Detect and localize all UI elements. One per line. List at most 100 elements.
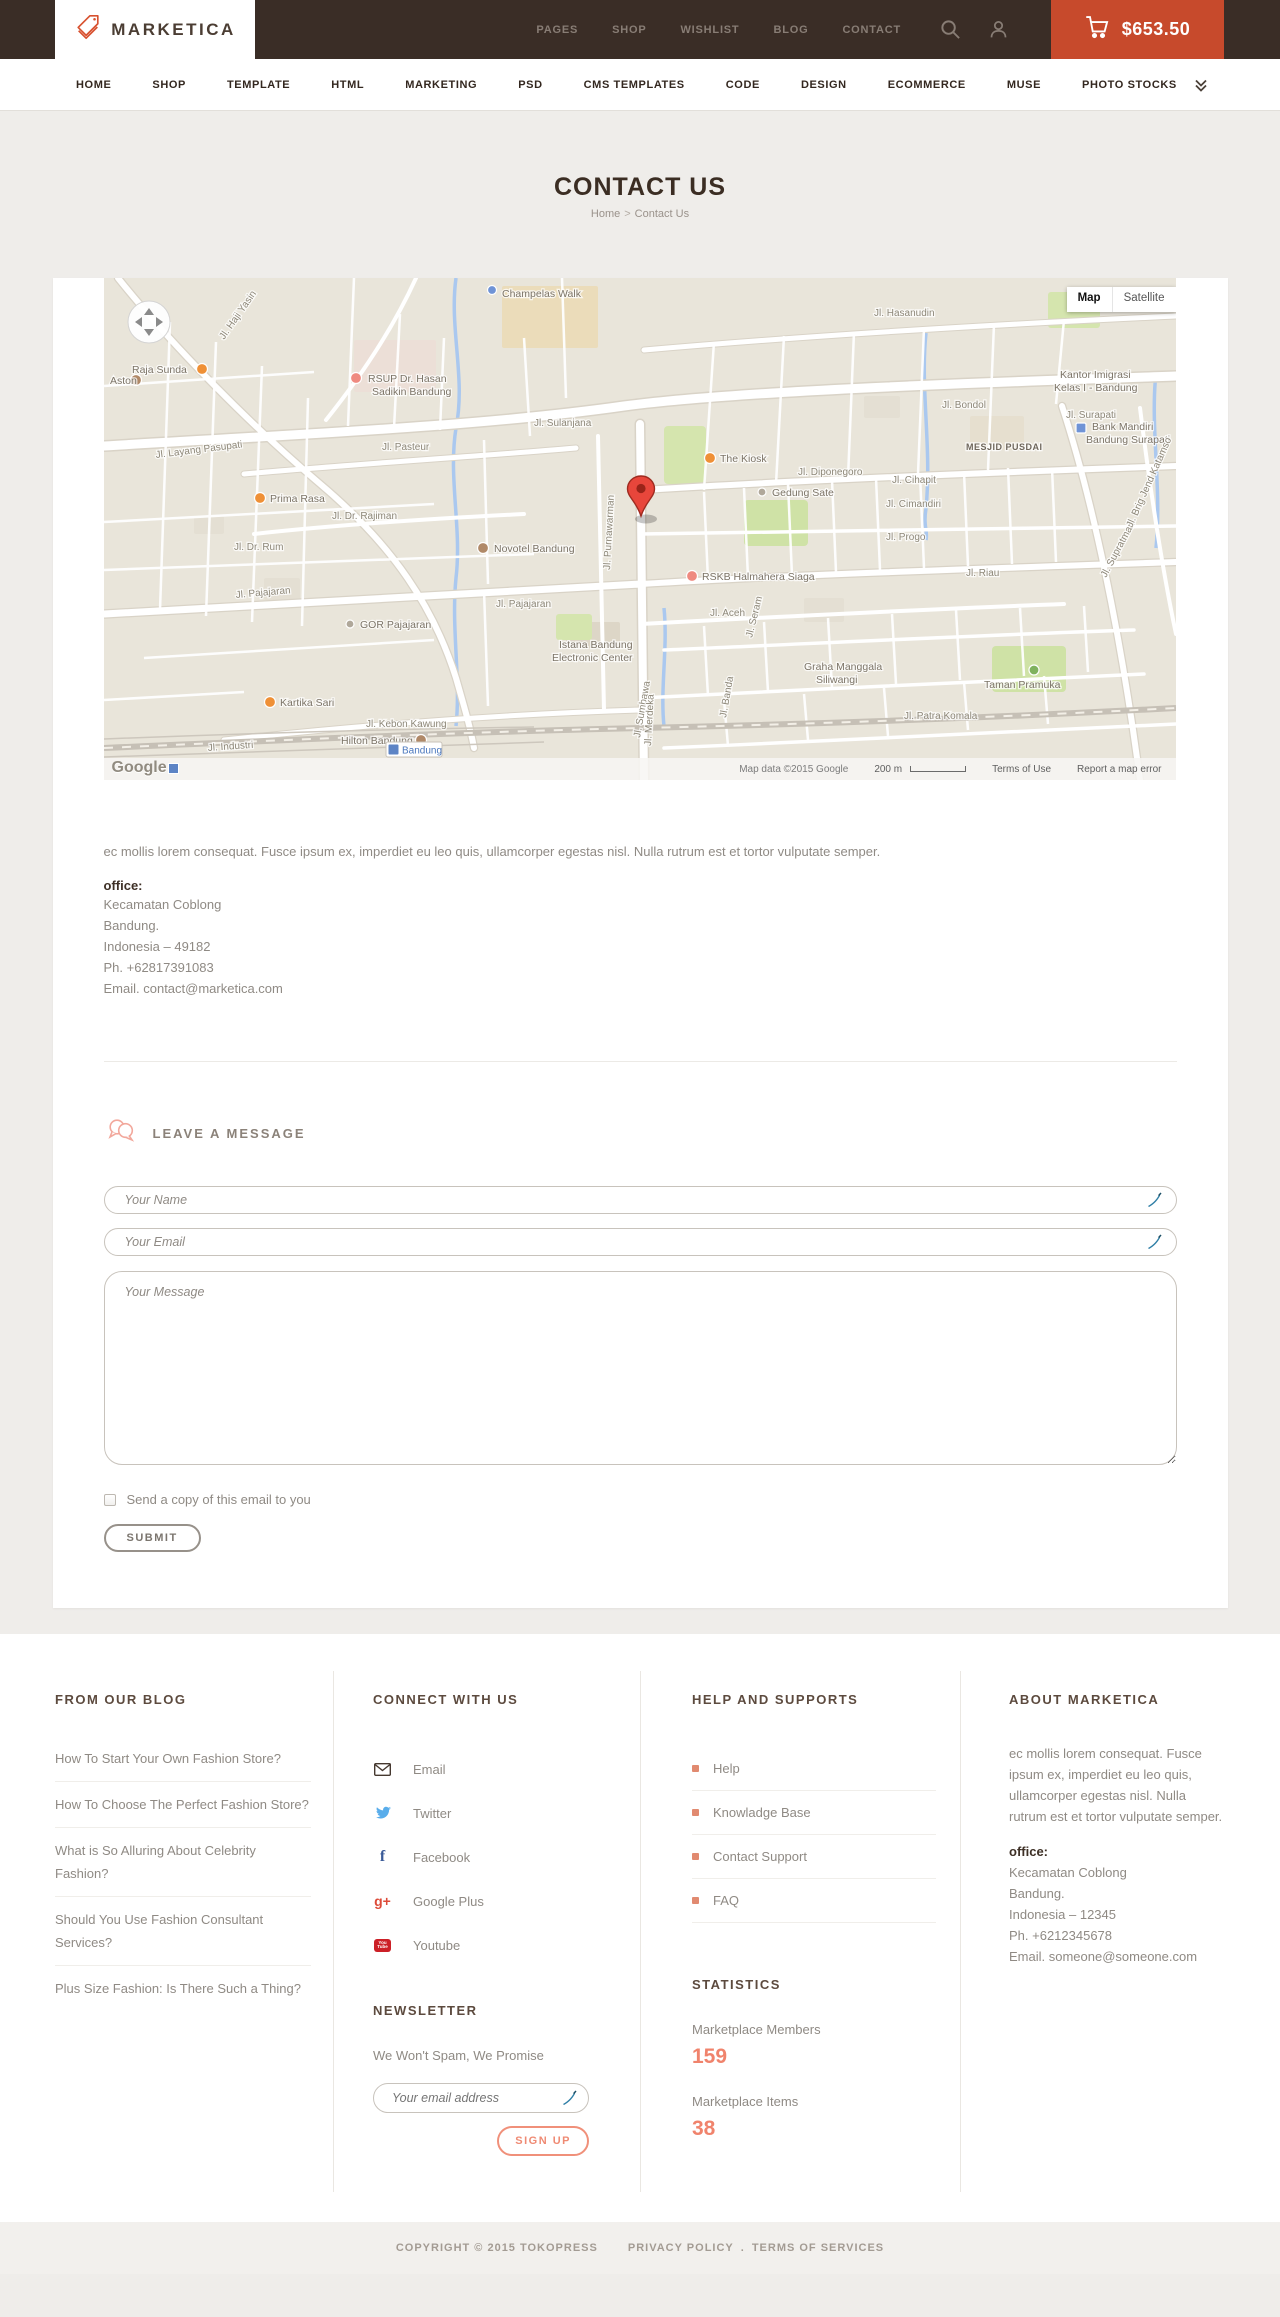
cart-icon [1085, 15, 1110, 44]
submit-button[interactable]: SUBMIT [103, 1524, 201, 1552]
svg-text:Jl. Progo: Jl. Progo [886, 532, 926, 543]
address-line: Email. someone@someone.com [1009, 1949, 1198, 1964]
chevron-double-down-icon[interactable] [1194, 78, 1208, 97]
cat-nav-shop[interactable]: SHOP [152, 79, 186, 91]
map-data-text: Map data ©2015 Google [739, 763, 849, 775]
footer-help-column: HELP AND SUPPORTS Help Knowladge Base Co… [692, 1692, 936, 2141]
terms-of-use-link[interactable]: Terms of Use [992, 764, 1051, 775]
satellite-button[interactable]: Satellite [1112, 287, 1176, 312]
blog-link[interactable]: Should You Use Fashion Consultant Servic… [55, 1896, 311, 1965]
report-map-error-link[interactable]: Report a map error [1077, 764, 1161, 775]
contact-form: Send a copy of this email to you SUBMIT [103, 1186, 1177, 1552]
about-text: ec mollis lorem consequat. Fusce ipsum e… [1009, 1746, 1223, 1824]
contact-intro: ec mollis lorem consequat. Fusce ipsum e… [103, 844, 881, 859]
brand-logo[interactable]: MARKETICA [55, 0, 255, 59]
user-icon[interactable] [988, 19, 1009, 40]
social-link-facebook[interactable]: f Facebook [373, 1835, 589, 1879]
email-input[interactable] [103, 1228, 1177, 1256]
top-nav-shop[interactable]: SHOP [612, 24, 646, 36]
pen-icon [561, 2090, 577, 2111]
cat-nav-ecommerce[interactable]: ECOMMERCE [888, 79, 966, 91]
svg-text:Sadikin Bandung: Sadikin Bandung [372, 386, 452, 398]
top-nav-blog[interactable]: BLOG [773, 24, 808, 36]
copyright-text: COPYRIGHT © 2015 TOKOPRESS [395, 2242, 598, 2254]
svg-text:The Kiosk: The Kiosk [720, 453, 767, 465]
help-link[interactable]: Contact Support [692, 1835, 936, 1879]
send-copy-checkbox[interactable] [103, 1493, 116, 1506]
map-canvas: Champelas Walk Jl. Hasanudin Jl. Haji Ya… [103, 278, 1176, 780]
blog-link[interactable]: What is So Alluring About Celebrity Fash… [55, 1827, 311, 1896]
cat-nav-html[interactable]: HTML [331, 79, 364, 91]
newsletter-email-input[interactable] [373, 2083, 589, 2113]
cat-nav-home[interactable]: HOME [76, 79, 111, 91]
cat-nav-template[interactable]: TEMPLATE [227, 79, 290, 91]
map-button[interactable]: Map [1066, 287, 1113, 312]
name-input[interactable] [103, 1186, 1177, 1214]
top-nav-pages[interactable]: PAGES [536, 24, 578, 36]
cat-nav-marketing[interactable]: MARKETING [405, 79, 477, 91]
svg-text:Jl. Diponegoro: Jl. Diponegoro [798, 467, 863, 478]
map-attribution: Map data ©2015 Google 200 m Terms of Use… [103, 758, 1176, 780]
svg-text:Raja Sunda: Raja Sunda [132, 364, 187, 376]
blog-link[interactable]: Plus Size Fashion: Is There Such a Thing… [55, 1965, 311, 2011]
privacy-policy-link[interactable]: PRIVACY POLICY [628, 2242, 734, 2254]
map-scale-bar [910, 766, 967, 772]
help-link[interactable]: Help [692, 1747, 936, 1791]
top-nav: PAGES SHOP WISHLIST BLOG CONTACT [536, 24, 901, 36]
bullet-icon [692, 1809, 699, 1816]
top-nav-wishlist[interactable]: WISHLIST [681, 24, 740, 36]
google-map[interactable]: Champelas Walk Jl. Hasanudin Jl. Haji Ya… [103, 278, 1176, 780]
svg-text:Jl. Cihapit: Jl. Cihapit [892, 475, 936, 486]
footer-divider [640, 1671, 641, 2192]
svg-text:Jl. Dr. Rum: Jl. Dr. Rum [234, 542, 283, 553]
social-link-email[interactable]: Email [373, 1747, 589, 1791]
terms-of-services-link[interactable]: TERMS OF SERVICES [752, 2242, 884, 2254]
blog-link[interactable]: How To Choose The Perfect Fashion Store? [55, 1781, 311, 1827]
cat-nav-design[interactable]: DESIGN [801, 79, 847, 91]
svg-text:Kantor Imigrasi: Kantor Imigrasi [1060, 369, 1131, 381]
footer-divider [960, 1671, 961, 2192]
address-line: Indonesia – 12345 [1009, 1907, 1116, 1922]
cat-nav-code[interactable]: CODE [726, 79, 760, 91]
social-link-twitter[interactable]: Twitter [373, 1791, 589, 1835]
google-logo[interactable]: Google [112, 759, 167, 777]
copyright-separator: . [740, 2242, 745, 2254]
bullet-icon [692, 1765, 699, 1772]
brand-name: MARKETICA [111, 19, 236, 39]
cart-button[interactable]: $653.50 [1051, 0, 1224, 59]
send-copy-label: Send a copy of this email to you [126, 1492, 311, 1507]
address-line: Ph. +62817391083 [103, 960, 214, 975]
search-icon[interactable] [939, 18, 962, 41]
cat-nav-psd[interactable]: PSD [518, 79, 542, 91]
svg-text:Jl. Bondol: Jl. Bondol [942, 400, 986, 411]
google-plus-icon: g+ [374, 1893, 391, 1909]
cat-nav-photo-stocks[interactable]: PHOTO STOCKS [1082, 79, 1177, 91]
cat-nav-muse[interactable]: MUSE [1007, 79, 1041, 91]
svg-text:Jl. Kebon Kawung: Jl. Kebon Kawung [366, 719, 447, 730]
message-textarea[interactable] [103, 1271, 1177, 1465]
form-heading: LEAVE A MESSAGE [152, 1125, 306, 1141]
breadcrumb-separator: > [624, 208, 631, 220]
about-office-label: office: [1009, 1844, 1048, 1859]
cat-nav-cms-templates[interactable]: CMS TEMPLATES [584, 79, 685, 91]
page-title: CONTACT US [553, 173, 727, 201]
pan-control[interactable] [127, 300, 170, 344]
blog-link[interactable]: How To Start Your Own Fashion Store? [55, 1747, 311, 1781]
breadcrumb-home[interactable]: Home [591, 208, 620, 220]
social-link-youtube[interactable]: You Tube Youtube [373, 1923, 589, 1967]
section-divider [103, 1061, 1177, 1062]
help-link[interactable]: FAQ [692, 1879, 936, 1923]
help-link[interactable]: Knowladge Base [692, 1791, 936, 1835]
top-nav-contact[interactable]: CONTACT [842, 24, 901, 36]
signup-button[interactable]: SIGN UP [497, 2126, 589, 2156]
address-line: Ph. +6212345678 [1009, 1928, 1113, 1943]
svg-text:Jl. Pasteur: Jl. Pasteur [382, 442, 430, 453]
office-label: office: [103, 878, 143, 893]
svg-text:Prima Rasa: Prima Rasa [270, 493, 325, 505]
social-link-google-plus[interactable]: g+ Google Plus [373, 1879, 589, 1923]
envelope-icon [373, 1762, 392, 1776]
address-line: Indonesia – 49182 [103, 939, 211, 954]
svg-text:RSUP Dr. Hasan: RSUP Dr. Hasan [368, 373, 447, 385]
bullet-icon [692, 1853, 699, 1860]
svg-text:Jl. Aceh: Jl. Aceh [710, 608, 745, 619]
